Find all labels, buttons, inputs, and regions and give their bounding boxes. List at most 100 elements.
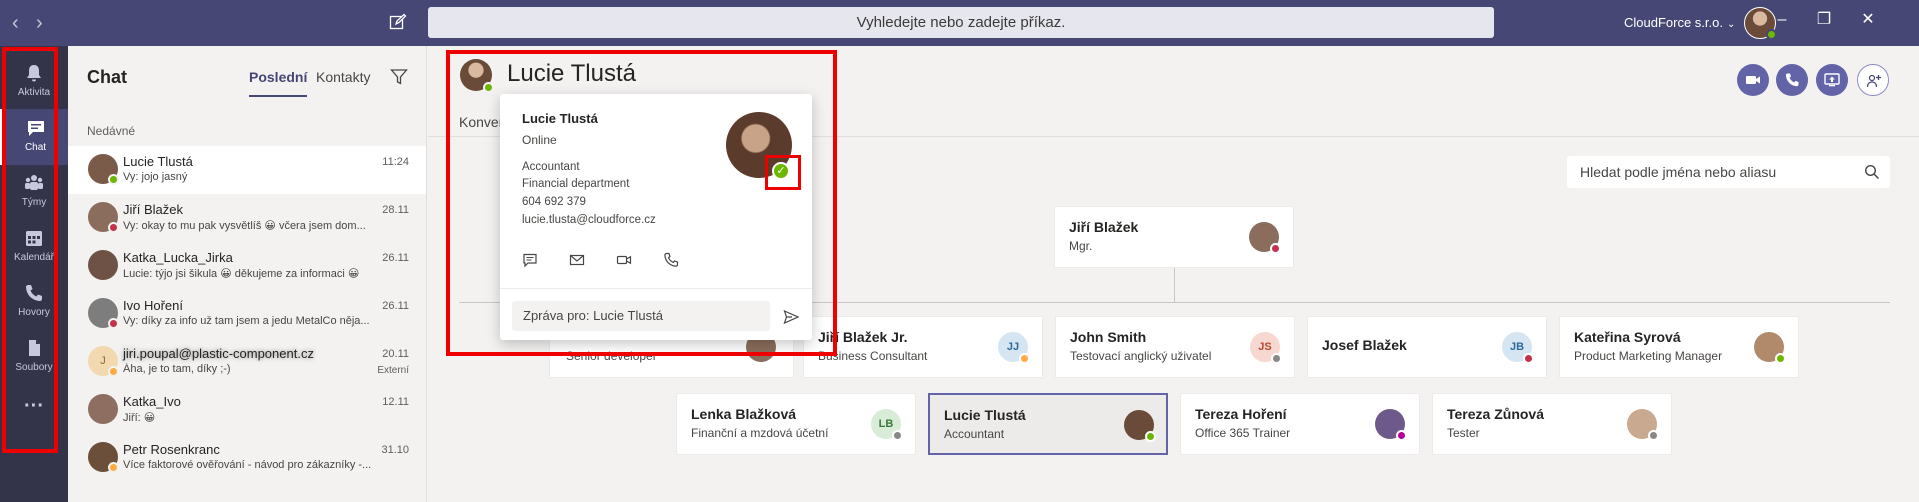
chat-item-preview: Vy: jojo jasný (123, 171, 188, 183)
command-search-box[interactable]: Vyhledejte nebo zadejte příkaz. (428, 7, 1494, 38)
title-bar: ‹ › Vyhledejte nebo zadejte příkaz. Clou… (0, 0, 1919, 46)
chat-item-preview: Áha, je to tam, díky ;-) (123, 363, 231, 375)
maximize-icon[interactable]: ❐ (1816, 12, 1832, 28)
highlight-box-rail (2, 47, 58, 453)
section-recent-label: Nedávné (87, 124, 136, 138)
busy-status-dot (1270, 243, 1281, 254)
chat-item-time: 12.11 (382, 396, 409, 408)
chat-item-name: Katka_Lucka_Jirka (123, 250, 233, 265)
org-card[interactable]: Lucie Tlustá Accountant (928, 393, 1168, 455)
org-card-name: John Smith (1070, 329, 1147, 345)
search-icon (1864, 164, 1880, 180)
chat-list-pane: Chat Poslední Kontakty Nedávné Lucie Tlu… (68, 46, 427, 502)
status-dot (1271, 353, 1282, 364)
org-search-placeholder: Hledat podle jména nebo aliasu (1580, 164, 1777, 180)
org-card-role: Office 365 Trainer (1195, 426, 1291, 440)
org-card-manager[interactable]: Jiří Blažek Mgr. (1054, 206, 1294, 268)
compose-icon[interactable] (389, 13, 407, 31)
org-card-role: Tester (1447, 426, 1480, 440)
status-dot (108, 462, 119, 473)
chat-item-time: 20.11 (382, 348, 409, 360)
org-card-name: Lucie Tlustá (944, 407, 1026, 423)
chat-list-item[interactable]: Lucie Tlustá Vy: jojo jasný 11:24 (68, 146, 426, 194)
minimize-icon[interactable]: – (1774, 12, 1790, 28)
chat-item-time: 31.10 (381, 444, 409, 456)
chat-item-time: 26.11 (382, 252, 409, 264)
chat-item-name: jiri.poupal@plastic-component.cz (123, 346, 314, 361)
org-card[interactable]: John Smith Testovací anglický uživatel JS (1055, 316, 1295, 378)
chat-item-preview: Více faktorové ověřování - návod pro zák… (123, 459, 372, 471)
status-dot (108, 222, 119, 233)
org-card[interactable]: Jiří Blažek Jr. Business Consultant JJ (803, 316, 1043, 378)
video-icon (1746, 76, 1760, 84)
org-card-role: Testovací anglický uživatel (1070, 349, 1212, 363)
chat-list-item[interactable]: Petr Rosenkranc Více faktorové ověřování … (68, 434, 426, 482)
audio-call-button[interactable] (1776, 64, 1808, 96)
avatar (88, 394, 118, 424)
chat-item-preview: Vy: okay to mu pak vysvětlíš 😀 včera jse… (123, 220, 366, 232)
org-card-name: Kateřina Syrová (1574, 329, 1681, 345)
status-dot (1775, 353, 1786, 364)
org-card[interactable]: Kateřina Syrová Product Marketing Manager (1559, 316, 1799, 378)
status-dot (1396, 430, 1407, 441)
tab-recent[interactable]: Poslední (249, 69, 308, 97)
status-dot (1145, 431, 1156, 442)
chat-item-preview: Jiří: 😀 (123, 412, 156, 424)
add-people-button[interactable] (1857, 64, 1889, 96)
org-connector (1174, 268, 1175, 303)
chat-item-preview: Lucie: týjo jsi šikula 😀 děkujeme za inf… (123, 268, 360, 280)
org-card[interactable]: Josef Blažek JB (1307, 316, 1547, 378)
status-dot (892, 430, 903, 441)
chevron-down-icon: ⌄ (1727, 19, 1736, 30)
pane-title: Chat (87, 67, 127, 87)
chat-item-name: Katka_Ivo (123, 394, 181, 409)
org-card-name: Tereza Hoření (1195, 406, 1287, 422)
org-card-name: Jiří Blažek (1069, 219, 1139, 235)
chat-item-time: 26.11 (382, 300, 409, 312)
add-people-icon (1866, 74, 1881, 88)
org-card-role: Accountant (944, 427, 1005, 441)
chat-list-item[interactable]: Jjiri.poupal@plastic-component.cz Áha, je… (68, 338, 426, 386)
highlight-box-header (446, 50, 837, 356)
back-icon[interactable]: ‹ (12, 13, 19, 33)
status-dot (1523, 353, 1534, 364)
chat-list-item[interactable]: Katka_Ivo Jiří: 😀 12.11 (68, 386, 426, 434)
chat-item-name: Lucie Tlustá (123, 154, 193, 169)
close-icon[interactable]: ✕ (1860, 12, 1876, 28)
org-card-name: Josef Blažek (1322, 337, 1407, 353)
share-screen-button[interactable] (1816, 64, 1848, 96)
org-card-role: Product Marketing Manager (1574, 349, 1723, 363)
video-call-button[interactable] (1737, 64, 1769, 96)
filter-icon[interactable] (390, 68, 408, 86)
org-card-name: Tereza Zůnová (1447, 406, 1544, 422)
phone-icon (1785, 73, 1799, 87)
status-dot (1648, 430, 1659, 441)
org-card[interactable]: Tereza Zůnová Tester (1432, 393, 1672, 455)
chat-item-name: Jiří Blažek (123, 202, 183, 217)
external-badge: Externí (377, 365, 409, 376)
available-status-dot (1766, 29, 1777, 40)
avatar (88, 250, 118, 280)
status-dot (108, 366, 119, 377)
tenant-name: CloudForce s.r.o. (1624, 15, 1723, 30)
share-screen-icon (1824, 73, 1840, 87)
org-card-role: Finanční a mzdová účetní (691, 426, 829, 440)
chat-list-item[interactable]: Ivo Hoření Vy: díky za info už tam jsem a… (68, 290, 426, 338)
profile-avatar[interactable] (1744, 7, 1777, 40)
chat-item-name: Ivo Hoření (123, 298, 183, 313)
tab-contacts[interactable]: Kontakty (316, 69, 370, 85)
forward-icon[interactable]: › (36, 13, 43, 33)
chat-list-item[interactable]: Jiří Blažek Vy: okay to mu pak vysvětlíš … (68, 194, 426, 242)
org-card[interactable]: Tereza Hoření Office 365 Trainer (1180, 393, 1420, 455)
tenant-switcher[interactable]: CloudForce s.r.o. ⌄ (1624, 15, 1735, 30)
org-card-role: Mgr. (1069, 239, 1093, 253)
org-search-input[interactable]: Hledat podle jména nebo aliasu (1567, 156, 1890, 188)
status-dot (1019, 353, 1030, 364)
org-card[interactable]: Lenka Blažková Finanční a mzdová účetní LB (676, 393, 916, 455)
chat-list-item[interactable]: Katka_Lucka_Jirka Lucie: týjo jsi šikula … (68, 242, 426, 290)
chat-item-time: 11:24 (382, 156, 409, 168)
org-card-name: Lenka Blažková (691, 406, 797, 422)
chat-item-preview: Vy: díky za info už tam jsem a jedu Meta… (123, 315, 370, 327)
status-dot (108, 174, 119, 185)
chat-item-name: Petr Rosenkranc (123, 442, 220, 457)
